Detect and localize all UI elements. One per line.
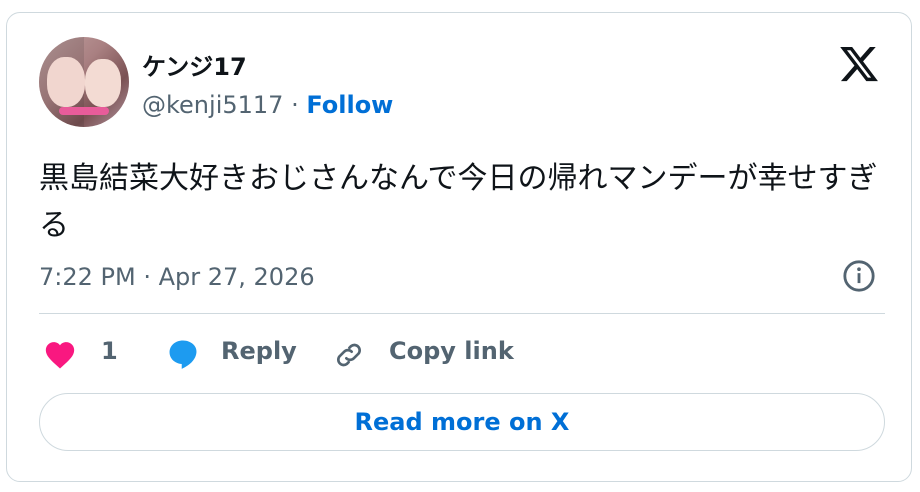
author-handle[interactable]: @kenji5117 [142, 91, 283, 119]
copy-link-button[interactable]: Copy link [389, 337, 514, 365]
tweet-timestamp[interactable]: 7:22 PM · Apr 27, 2026 [39, 263, 315, 291]
author-avatar[interactable] [39, 37, 129, 127]
divider [39, 313, 885, 314]
read-more-button[interactable]: Read more on X [39, 393, 885, 451]
reply-bubble-icon[interactable] [165, 337, 201, 371]
author-display-name[interactable]: ケンジ17 [142, 47, 247, 82]
x-logo-icon[interactable] [837, 43, 881, 85]
follow-button[interactable]: Follow [306, 91, 393, 119]
info-icon[interactable] [842, 259, 876, 293]
tweet-embed-card: ケンジ17 @kenji5117 · Follow 黒島結菜大好きおじさんなんで… [6, 12, 912, 482]
author-handle-row: @kenji5117 · Follow [142, 91, 393, 119]
handle-separator: · [283, 91, 307, 119]
avatar-face-right [85, 59, 121, 107]
like-count[interactable]: 1 [101, 337, 118, 365]
reply-button[interactable]: Reply [221, 337, 297, 365]
avatar-face-left [47, 57, 85, 107]
tweet-text: 黒島結菜大好きおじさんなんで今日の帰れマンデーが幸せすぎる [39, 161, 878, 243]
heart-icon[interactable] [43, 339, 77, 369]
link-icon[interactable] [333, 339, 365, 371]
avatar-sticker [59, 107, 109, 115]
